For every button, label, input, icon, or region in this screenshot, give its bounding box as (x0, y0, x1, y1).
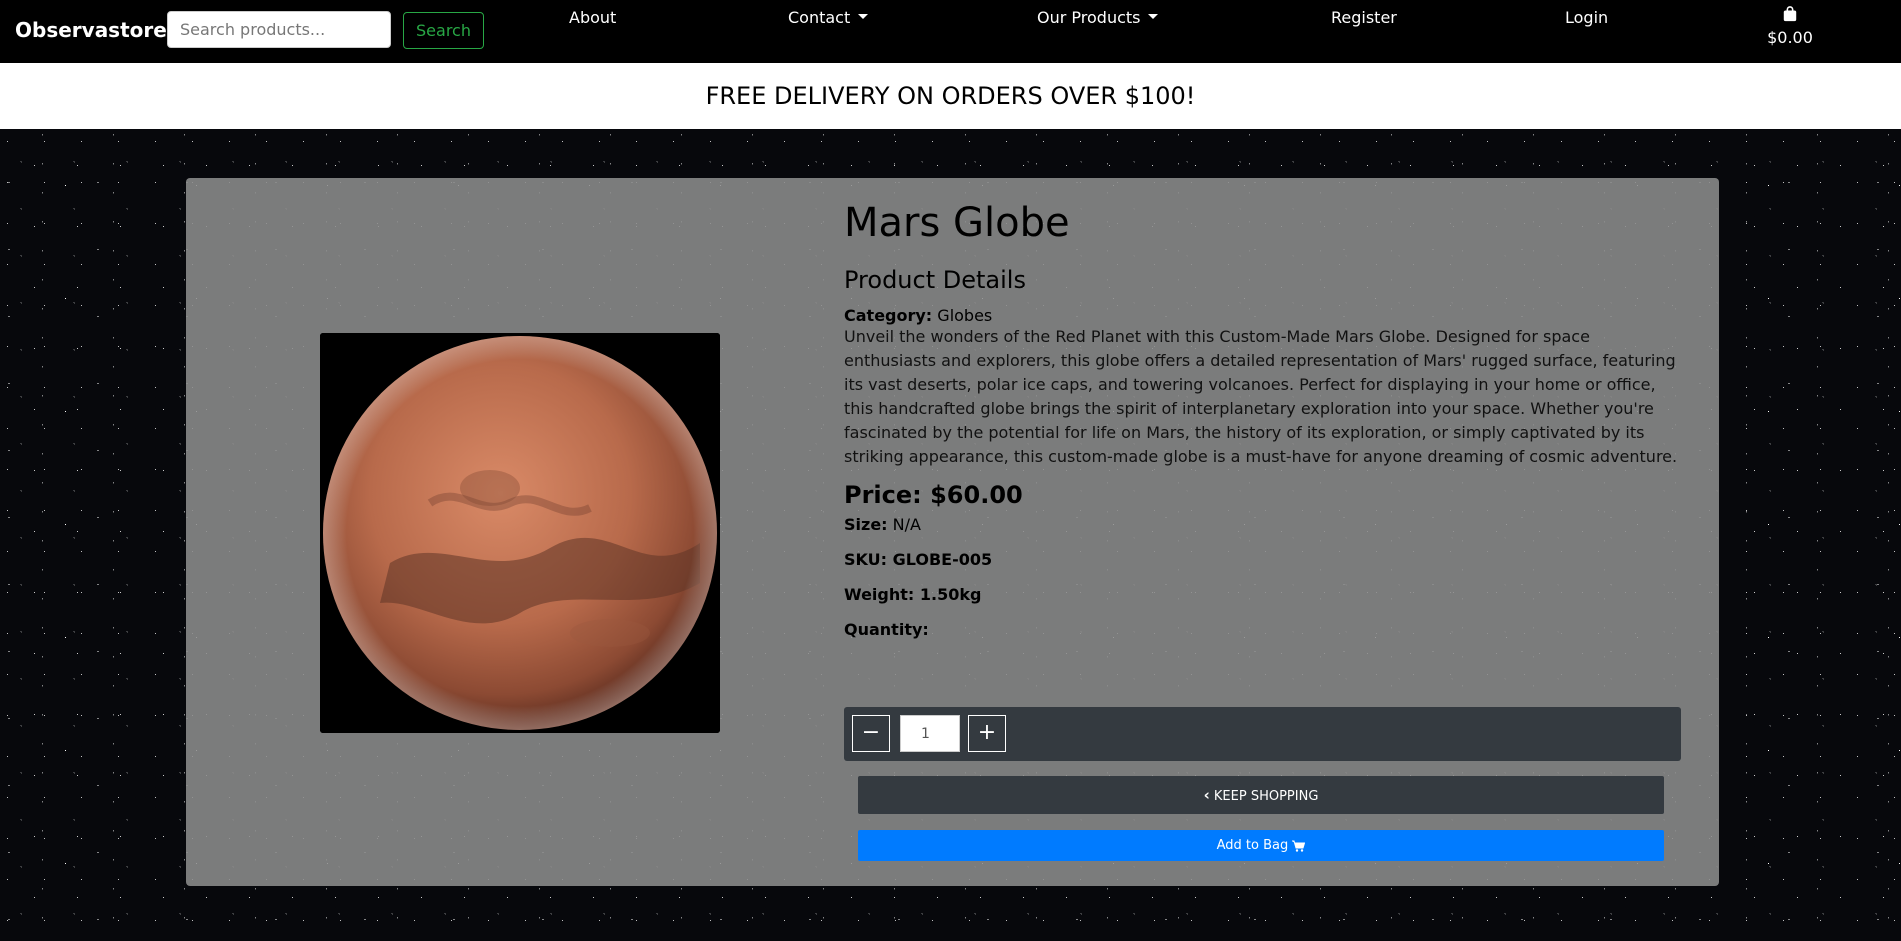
product-price: Price: $60.00 (844, 481, 1023, 509)
quantity-label: Quantity: (844, 620, 929, 639)
product-weight: Weight: 1.50kg (844, 585, 982, 604)
product-size: Size: N/A (844, 515, 1684, 534)
bag-total: $0.00 (1767, 28, 1813, 47)
product-description: Unveil the wonders of the Red Planet wit… (844, 327, 1678, 466)
nav-register[interactable]: Register (1331, 8, 1397, 27)
keep-shopping-button[interactable]: ‹ KEEP SHOPPING (858, 776, 1664, 814)
caret-down-icon (858, 14, 869, 19)
product-details-heading: Product Details (844, 266, 1026, 294)
add-to-bag-button[interactable]: Add to Bag (858, 830, 1664, 861)
product-sku: SKU: GLOBE-005 (844, 550, 993, 569)
product-title: Mars Globe (844, 200, 1070, 246)
top-navbar: Observastore Search About Contact Our Pr… (0, 0, 1901, 63)
shopping-bag-link[interactable]: $0.00 (1760, 6, 1820, 47)
nav-about[interactable]: About (569, 8, 616, 27)
add-to-bag-label: Add to Bag (1216, 838, 1289, 853)
size-label: Size: (844, 515, 888, 534)
nav-register-label: Register (1331, 8, 1397, 27)
nav-login-label: Login (1565, 8, 1609, 27)
product-info: Mars Globe Product Details Category: Glo… (844, 200, 1684, 655)
chevron-left-icon: ‹ (1203, 786, 1210, 804)
product-image (320, 333, 720, 733)
keep-shopping-label: KEEP SHOPPING (1213, 789, 1319, 804)
nav-about-label: About (569, 8, 617, 27)
increment-button[interactable]: + (968, 715, 1006, 752)
product-card: Mars Globe Product Details Category: Glo… (186, 178, 1719, 886)
category-label: Category: (844, 306, 933, 325)
category-value: Globes (937, 306, 993, 325)
nav-products-dropdown[interactable]: Our Products (1037, 8, 1159, 27)
nav-contact-label: Contact (788, 8, 851, 27)
mars-globe-image (320, 333, 720, 733)
search-button[interactable]: Search (403, 12, 484, 49)
cart-icon (1292, 840, 1306, 852)
shopping-bag-icon (1783, 6, 1797, 22)
brand-logo[interactable]: Observastore (15, 18, 167, 42)
quantity-input[interactable] (900, 715, 960, 752)
product-category: Category: Globes (844, 306, 1684, 325)
quantity-selector: − + (844, 707, 1681, 761)
search-input[interactable] (167, 11, 391, 48)
decrement-button[interactable]: − (852, 715, 890, 752)
nav-products-label: Our Products (1037, 8, 1141, 27)
delivery-banner: FREE DELIVERY ON ORDERS OVER $100! (0, 63, 1901, 129)
nav-contact-dropdown[interactable]: Contact (788, 8, 869, 27)
nav-login[interactable]: Login (1565, 8, 1608, 27)
caret-down-icon (1148, 14, 1159, 19)
size-value: N/A (892, 515, 921, 534)
